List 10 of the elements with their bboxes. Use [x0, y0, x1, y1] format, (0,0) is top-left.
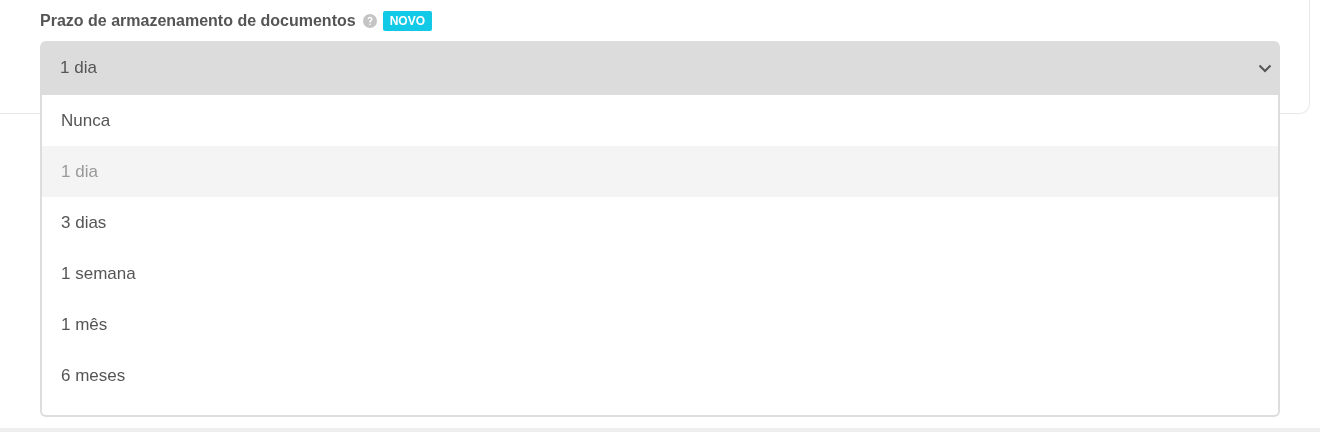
dropdown-option[interactable]: 3 dias [42, 197, 1278, 248]
help-icon [362, 14, 377, 28]
chevron-icon [1258, 63, 1272, 73]
new-badge: NOVO [382, 11, 432, 31]
field-label: Prazo de armazenamento de documentos [40, 12, 356, 30]
dropdown-option[interactable]: 1 mês [42, 299, 1278, 350]
dropdown-option[interactable]: Nunca [42, 95, 1278, 146]
dropdown-option[interactable]: 1 semana [42, 248, 1278, 299]
dropdown-option[interactable]: 6 meses [42, 350, 1278, 401]
select-field[interactable]: 1 dia [40, 41, 1280, 95]
